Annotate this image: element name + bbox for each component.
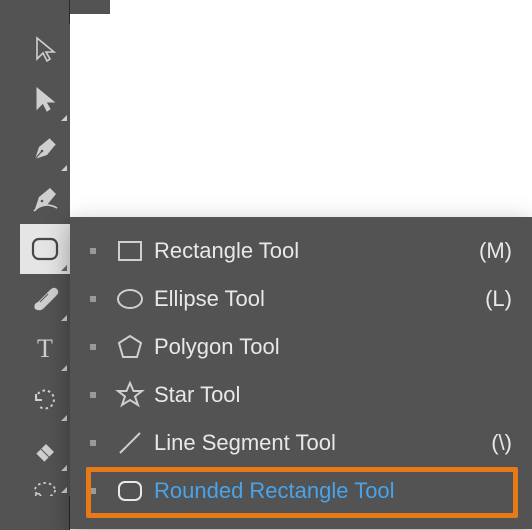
paintbrush-icon [30, 284, 60, 314]
menu-item-label: Star Tool [150, 382, 502, 408]
submenu-indicator-icon [61, 265, 67, 271]
tearoff-grip-icon [90, 344, 96, 350]
curvature-icon [30, 184, 60, 214]
submenu-indicator-icon [61, 115, 67, 121]
tearoff-grip-icon [90, 296, 96, 302]
polygon-icon [110, 332, 150, 362]
submenu-indicator-icon [61, 465, 67, 471]
menu-item-line-segment[interactable]: Line Segment Tool (\) [70, 419, 532, 467]
tearoff-grip-icon [90, 248, 96, 254]
rounded-rectangle-icon [29, 233, 61, 265]
menu-item-shortcut: (L) [485, 286, 512, 312]
selection-icon [31, 35, 59, 63]
submenu-indicator-icon [61, 487, 67, 493]
type-tool[interactable]: T [20, 324, 70, 374]
menu-item-star[interactable]: Star Tool [70, 371, 532, 419]
rotate-icon [30, 384, 60, 414]
menu-item-label: Rectangle Tool [150, 238, 469, 264]
rotate-tool[interactable] [20, 374, 70, 424]
rounded-rectangle-icon [110, 476, 150, 506]
menu-item-polygon[interactable]: Polygon Tool [70, 323, 532, 371]
menu-item-rounded-rectangle[interactable]: Rounded Rectangle Tool [70, 467, 532, 515]
lasso-tool[interactable] [20, 474, 70, 496]
menu-item-label: Rounded Rectangle Tool [150, 478, 502, 504]
tearoff-grip-icon [90, 440, 96, 446]
menu-item-shortcut: (\) [491, 430, 512, 456]
menu-item-rectangle[interactable]: Rectangle Tool (M) [70, 227, 532, 275]
star-icon [110, 380, 150, 410]
toolbar: T [20, 24, 70, 496]
shape-tool-flyout: Rectangle Tool (M) Ellipse Tool (L) Poly… [70, 217, 532, 529]
tearoff-grip-icon [90, 392, 96, 398]
submenu-indicator-icon [61, 415, 67, 421]
eraser-icon [30, 434, 60, 464]
submenu-indicator-icon [61, 165, 67, 171]
menu-item-shortcut: (M) [479, 238, 512, 264]
paintbrush-tool[interactable] [20, 274, 70, 324]
lasso-icon [30, 478, 60, 496]
line-segment-icon [110, 428, 150, 458]
menu-item-label: Polygon Tool [150, 334, 502, 360]
svg-text:T: T [37, 334, 53, 363]
menu-item-ellipse[interactable]: Ellipse Tool (L) [70, 275, 532, 323]
submenu-indicator-icon [61, 315, 67, 321]
tearoff-grip-icon [90, 488, 96, 494]
type-icon: T [30, 334, 60, 364]
pen-icon [30, 134, 60, 164]
eraser-tool[interactable] [20, 424, 70, 474]
direct-selection-icon [31, 85, 59, 113]
ellipse-icon [110, 284, 150, 314]
menu-item-label: Ellipse Tool [150, 286, 475, 312]
rectangle-tool[interactable] [20, 224, 70, 274]
selection-tool[interactable] [20, 24, 70, 74]
direct-selection-tool[interactable] [20, 74, 70, 124]
pen-tool[interactable] [20, 124, 70, 174]
curvature-tool[interactable] [20, 174, 70, 224]
menu-item-label: Line Segment Tool [150, 430, 481, 456]
submenu-indicator-icon [61, 365, 67, 371]
rectangle-icon [110, 236, 150, 266]
